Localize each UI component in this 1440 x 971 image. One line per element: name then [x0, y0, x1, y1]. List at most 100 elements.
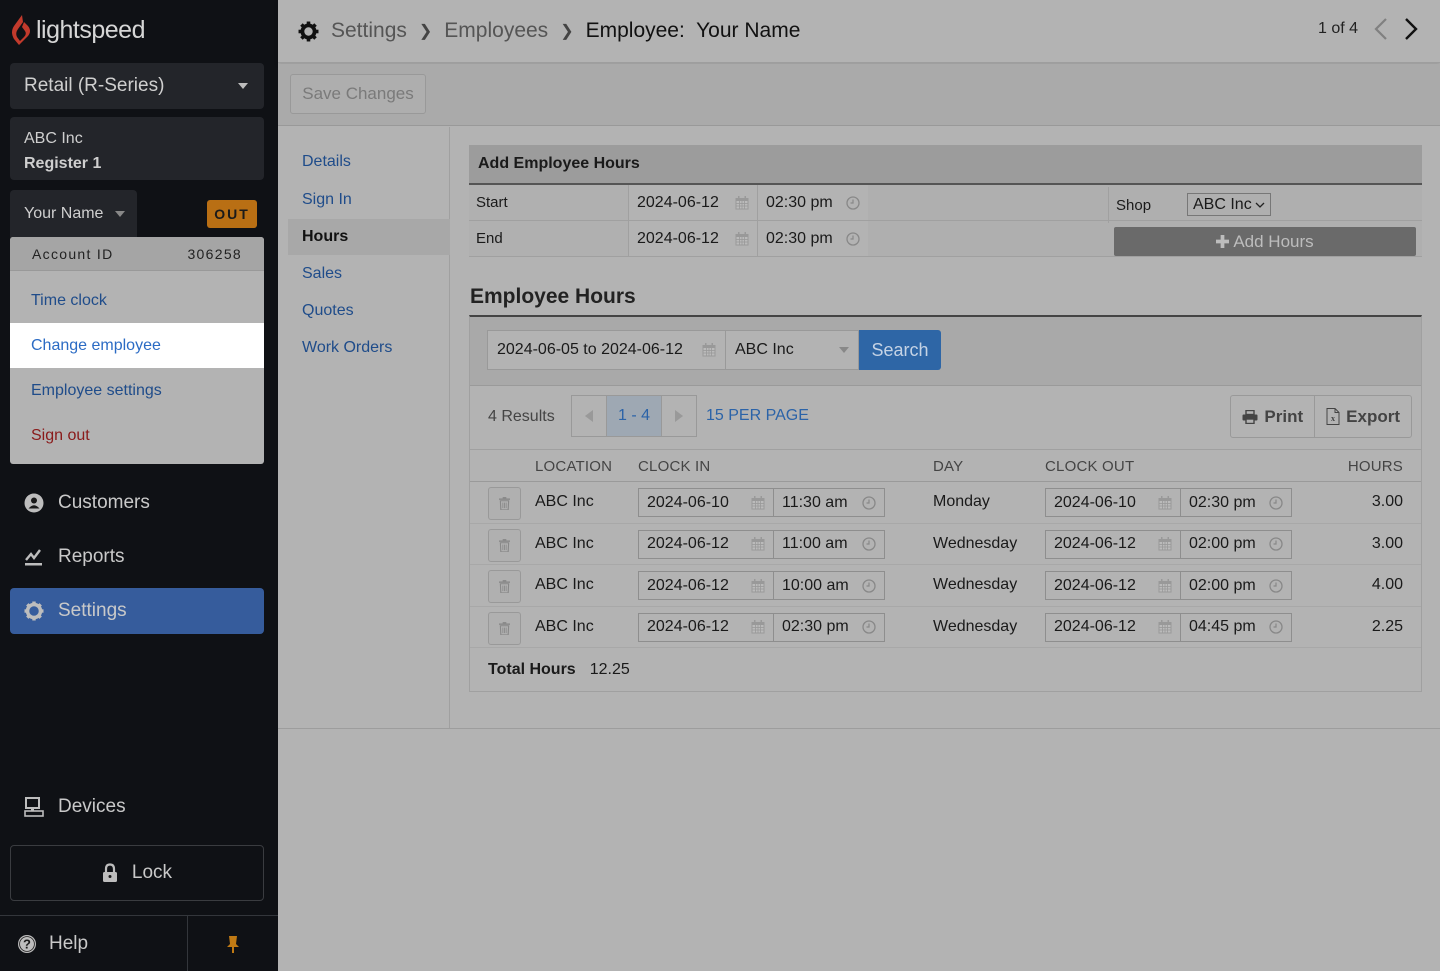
next-record-icon[interactable] [1404, 17, 1418, 41]
clock-icon[interactable] [846, 231, 860, 246]
table-row: ABC Inc 2024-06-12 02:30 pm Wednesday 20… [470, 607, 1421, 648]
breadcrumb-settings[interactable]: Settings [331, 19, 407, 43]
shop-field: Shop ABC Inc [1108, 187, 1422, 223]
delete-row-button[interactable] [488, 528, 521, 562]
clock-in-date-input[interactable]: 2024-06-12 [639, 613, 774, 641]
lock-button[interactable]: Lock [10, 845, 264, 901]
clock-in-time-input[interactable]: 11:00 am [774, 531, 884, 558]
lock-label: Lock [131, 862, 173, 883]
end-time-input[interactable]: 02:30 pm [758, 221, 868, 256]
subnav-quotes[interactable]: Quotes [288, 293, 450, 329]
calendar-icon[interactable] [751, 620, 765, 634]
clock-in-time-input[interactable]: 02:30 pm [774, 614, 884, 641]
menu-item-change-employee[interactable]: Change employee [10, 323, 264, 368]
subnav-details[interactable]: Details [288, 144, 450, 180]
shop-select[interactable]: ABC Inc [1187, 193, 1271, 216]
calendar-icon[interactable] [1158, 537, 1172, 551]
clock-out-date-input[interactable]: 2024-06-10 [1046, 489, 1181, 516]
clock-out-date-input[interactable]: 2024-06-12 [1046, 530, 1181, 558]
clock-out-time-input[interactable]: 04:45 pm [1181, 614, 1291, 641]
column-clock-in: CLOCK IN [638, 458, 711, 475]
clock-out-date-input[interactable]: 2024-06-12 [1046, 572, 1181, 599]
delete-row-button[interactable] [488, 611, 521, 645]
clock-icon[interactable] [1269, 620, 1283, 634]
calendar-icon[interactable] [735, 231, 749, 246]
location-select[interactable]: ABC Inc [726, 330, 859, 370]
employee-hours-title: Employee Hours [470, 285, 636, 308]
clock-in-time-input[interactable]: 11:30 am [774, 489, 884, 516]
menu-item-sign-out[interactable]: Sign out [10, 413, 264, 458]
calendar-icon[interactable] [1158, 620, 1172, 634]
total-hours-value: 12.25 [589, 661, 630, 678]
product-label: Retail (R-Series) [24, 75, 165, 96]
previous-record-icon[interactable] [1374, 17, 1388, 41]
clock-icon[interactable] [1269, 537, 1283, 551]
account-id-label: Account ID [32, 245, 114, 262]
clock-icon[interactable] [862, 495, 876, 510]
subnav-sign-in[interactable]: Sign In [288, 182, 450, 218]
end-date-input[interactable]: 2024-06-12 [629, 221, 758, 256]
date-range-value: 2024-06-05 to 2024-06-12 [497, 341, 683, 358]
breadcrumb-employees[interactable]: Employees [444, 19, 548, 43]
add-hours-button[interactable]: Add Hours [1114, 227, 1416, 256]
trash-icon [499, 497, 510, 510]
clock-in-date-input[interactable]: 2024-06-10 [639, 489, 774, 516]
row-day: Monday [933, 493, 990, 510]
calendar-icon[interactable] [735, 195, 749, 210]
clock-icon[interactable] [862, 537, 876, 551]
product-select[interactable]: Retail (R-Series) [10, 63, 264, 109]
pin-sidebar-button[interactable] [188, 916, 278, 971]
calendar-icon[interactable] [751, 578, 765, 593]
sidebar-item-settings[interactable]: Settings [10, 588, 264, 634]
menu-item-time-clock[interactable]: Time clock [10, 278, 264, 323]
calendar-icon[interactable] [751, 495, 765, 510]
print-label: Print [1264, 406, 1304, 426]
delete-row-button[interactable] [488, 487, 521, 520]
gear-icon [298, 21, 319, 41]
calendar-icon[interactable] [702, 343, 716, 357]
store-register[interactable]: ABC Inc Register 1 [10, 117, 264, 180]
per-page-selector[interactable]: 15 PER PAGE [706, 407, 809, 425]
lightspeed-logo[interactable]: lightspeed [10, 14, 145, 46]
date-range-input[interactable]: 2024-06-05 to 2024-06-12 [487, 330, 726, 370]
clock-out-time-input[interactable]: 02:30 pm [1181, 489, 1291, 516]
next-page-button[interactable] [662, 396, 696, 436]
clock-status-badge[interactable]: OUT [207, 200, 257, 228]
subnav-sales[interactable]: Sales [288, 256, 450, 292]
sidebar-item-reports[interactable]: Reports [10, 534, 264, 580]
previous-page-button[interactable] [572, 396, 606, 436]
user-dropdown-menu: Account ID 306258 Time clock Change empl… [10, 237, 264, 464]
sidebar-item-customers[interactable]: Customers [10, 480, 264, 526]
clock-out-date-input[interactable]: 2024-06-12 [1046, 613, 1181, 641]
clock-out-time-input[interactable]: 02:00 pm [1181, 572, 1291, 599]
start-date-input[interactable]: 2024-06-12 [629, 185, 758, 220]
start-time-input[interactable]: 02:30 pm [758, 185, 868, 220]
help-button[interactable]: ? Help [0, 916, 188, 971]
calendar-icon[interactable] [1158, 495, 1172, 510]
print-button[interactable]: Print [1231, 396, 1314, 437]
clock-out-time-input[interactable]: 02:00 pm [1181, 531, 1291, 558]
clock-icon[interactable] [862, 620, 876, 634]
clock-in-time-input[interactable]: 10:00 am [774, 572, 884, 599]
clock-icon[interactable] [1269, 578, 1283, 593]
clock-in-date-input[interactable]: 2024-06-12 [639, 530, 774, 558]
calendar-icon[interactable] [1158, 578, 1172, 593]
row-location: ABC Inc [535, 617, 594, 635]
brand-name: lightspeed [36, 15, 145, 44]
clock-icon[interactable] [846, 195, 860, 210]
sidebar-item-devices[interactable]: Devices [10, 784, 264, 830]
search-button[interactable]: Search [859, 330, 941, 370]
save-changes-button[interactable]: Save Changes [290, 74, 426, 114]
clock-in-date-input[interactable]: 2024-06-12 [639, 572, 774, 599]
subnav-hours[interactable]: Hours [288, 219, 450, 255]
user-menu-button[interactable]: Your Name [10, 190, 137, 238]
clock-icon[interactable] [1269, 495, 1283, 510]
shop-label: Shop [1116, 196, 1152, 214]
delete-row-button[interactable] [488, 570, 521, 603]
clock-icon[interactable] [862, 578, 876, 593]
subnav-work-orders[interactable]: Work Orders [288, 330, 450, 366]
export-button[interactable]: x Export [1314, 396, 1411, 437]
calendar-icon[interactable] [751, 537, 765, 551]
menu-item-employee-settings[interactable]: Employee settings [10, 368, 264, 413]
lock-icon [102, 863, 117, 882]
